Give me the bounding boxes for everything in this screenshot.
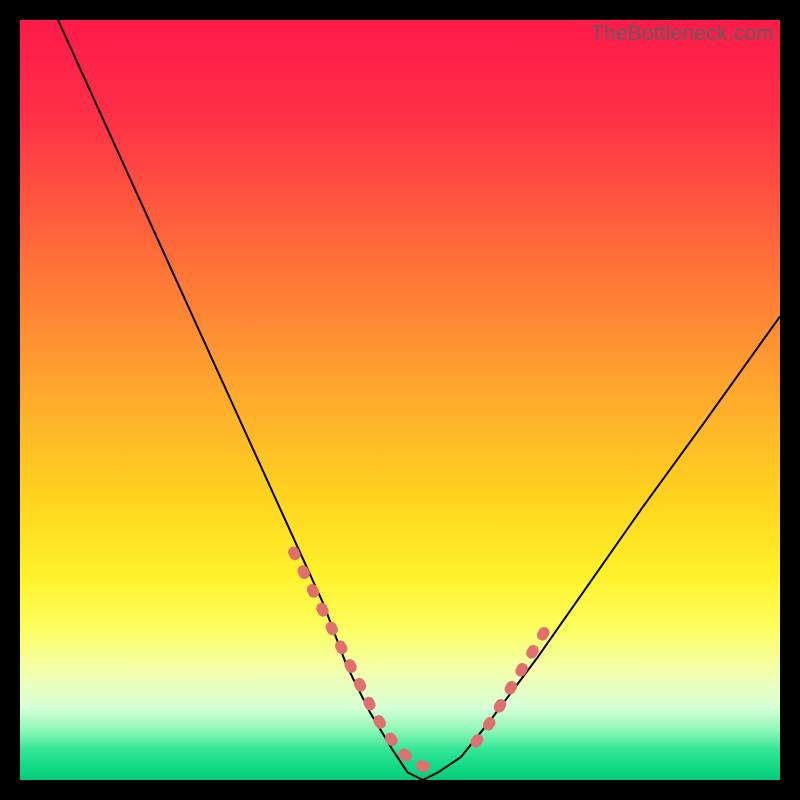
gradient-background xyxy=(20,20,780,780)
chart-svg xyxy=(20,20,780,780)
watermark-label: TheBottleneck.com xyxy=(591,22,774,46)
chart-frame: TheBottleneck.com xyxy=(20,20,780,780)
plot-area xyxy=(20,20,780,780)
